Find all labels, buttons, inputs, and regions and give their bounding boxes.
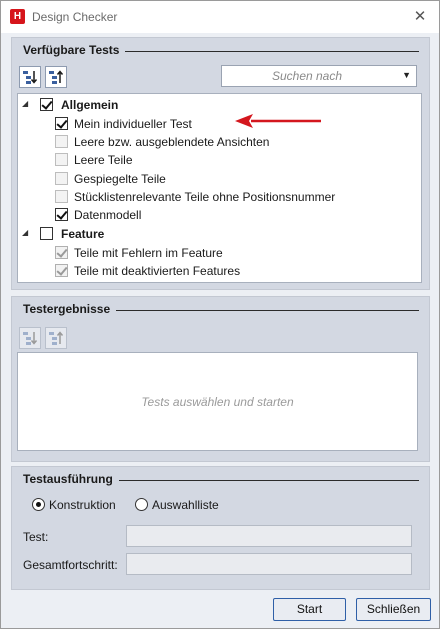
tree-item-datenmodell[interactable]: Datenmodell bbox=[18, 206, 421, 224]
tree-item-stuecklistenrelevante-teile[interactable]: Stücklistenrelevante Teile ohne Position… bbox=[18, 188, 421, 206]
test-label: Test: bbox=[23, 530, 49, 544]
tree-expand-icon bbox=[23, 332, 38, 345]
tree-label: Teile mit Fehlern im Feature bbox=[74, 246, 223, 260]
tree-label: Gespiegelte Teile bbox=[74, 172, 166, 186]
window-title: Design Checker bbox=[32, 10, 118, 24]
checkbox-allgemein[interactable] bbox=[40, 98, 53, 111]
search-dropdown[interactable]: ▼ bbox=[221, 65, 417, 87]
results-placeholder: Tests auswählen und starten bbox=[141, 395, 294, 409]
close-window-button[interactable]: ✕ bbox=[407, 5, 433, 29]
tree-label: Mein individueller Test bbox=[74, 117, 192, 131]
tree-label: Leere Teile bbox=[74, 153, 133, 167]
search-input[interactable] bbox=[226, 68, 388, 84]
tree-item-mein-individueller-test[interactable]: Mein individueller Test bbox=[18, 115, 421, 133]
tree-collapse-icon bbox=[49, 331, 64, 345]
available-tests-title: Verfügbare Tests bbox=[23, 43, 126, 57]
current-test-field bbox=[126, 525, 412, 547]
checkbox-gespiegelte-teile[interactable] bbox=[55, 172, 68, 185]
tree-item-gespiegelte-teile[interactable]: Gespiegelte Teile bbox=[18, 170, 421, 188]
tree-expand-icon bbox=[23, 71, 38, 84]
tree-item-partial bbox=[18, 280, 421, 283]
overall-progress-label: Gesamtfortschritt: bbox=[23, 558, 118, 572]
close-button[interactable]: Schließen bbox=[356, 598, 431, 621]
checkbox-feature[interactable] bbox=[40, 227, 53, 240]
tree-node-allgemein[interactable]: ◢ Allgemein bbox=[18, 96, 421, 114]
checkbox-teile-mit-deaktivierten-features bbox=[55, 264, 68, 277]
radio-auswahlliste-label[interactable]: Auswahlliste bbox=[152, 498, 219, 512]
tree-collapse-icon bbox=[49, 70, 64, 84]
app-icon: H bbox=[10, 9, 25, 24]
radio-konstruktion[interactable] bbox=[32, 498, 45, 511]
test-execution-title: Testausführung bbox=[23, 472, 119, 486]
results-expand-button[interactable] bbox=[19, 327, 41, 349]
checkbox-datenmodell[interactable] bbox=[55, 208, 68, 221]
tree-item-teile-mit-deaktivierten-features[interactable]: Teile mit deaktivierten Features bbox=[18, 262, 421, 280]
close-icon: ✕ bbox=[413, 8, 427, 25]
collapse-all-button[interactable] bbox=[45, 66, 67, 88]
tree-item-leere-ansichten[interactable]: Leere bzw. ausgeblendete Ansichten bbox=[18, 133, 421, 151]
overall-progress-bar bbox=[126, 553, 412, 575]
collapse-triangle-icon[interactable]: ◢ bbox=[22, 227, 32, 239]
start-button[interactable]: Start bbox=[273, 598, 346, 621]
checkbox-leere-ansichten[interactable] bbox=[55, 135, 68, 148]
annotation-arrow-icon bbox=[235, 114, 321, 128]
test-results-list[interactable]: Tests auswählen und starten bbox=[17, 352, 418, 451]
results-collapse-button[interactable] bbox=[45, 327, 67, 349]
design-checker-window: H Design Checker ✕ Verfügbare Tests Such… bbox=[0, 0, 440, 629]
test-results-title: Testergebnisse bbox=[23, 302, 117, 316]
chevron-down-icon: ▼ bbox=[402, 70, 411, 80]
expand-all-button[interactable] bbox=[19, 66, 41, 88]
collapse-triangle-icon[interactable]: ◢ bbox=[22, 98, 32, 110]
tree-label: Datenmodell bbox=[74, 208, 142, 222]
checkbox-mein-individueller-test[interactable] bbox=[55, 117, 68, 130]
radio-konstruktion-label[interactable]: Konstruktion bbox=[49, 498, 116, 512]
tree-item-teile-mit-fehlern[interactable]: Teile mit Fehlern im Feature bbox=[18, 244, 421, 262]
available-tests-group: Verfügbare Tests ▼ ◢ bbox=[11, 37, 430, 290]
test-execution-group: Testausführung Konstruktion Auswahlliste… bbox=[11, 466, 430, 590]
checkbox-partial bbox=[55, 282, 68, 283]
tree-label: Allgemein bbox=[61, 98, 119, 112]
tree-item-leere-teile[interactable]: Leere Teile bbox=[18, 151, 421, 169]
checkbox-leere-teile[interactable] bbox=[55, 153, 68, 166]
checkbox-teile-mit-fehlern bbox=[55, 246, 68, 259]
tree-label: Feature bbox=[61, 227, 105, 241]
tree-label: Stücklistenrelevante Teile ohne Position… bbox=[74, 190, 336, 204]
tree-label: Teile mit deaktivierten Features bbox=[74, 264, 241, 278]
title-bar: H Design Checker ✕ bbox=[1, 1, 439, 33]
test-results-group: Testergebnisse Tests auswählen und start… bbox=[11, 296, 430, 462]
tests-tree[interactable]: ◢ Allgemein Mein individueller Test Leer… bbox=[17, 93, 422, 283]
tree-label: Leere bzw. ausgeblendete Ansichten bbox=[74, 135, 270, 149]
radio-auswahlliste[interactable] bbox=[135, 498, 148, 511]
checkbox-stuecklistenrelevante-teile[interactable] bbox=[55, 190, 68, 203]
tree-node-feature[interactable]: ◢ Feature bbox=[18, 225, 421, 243]
